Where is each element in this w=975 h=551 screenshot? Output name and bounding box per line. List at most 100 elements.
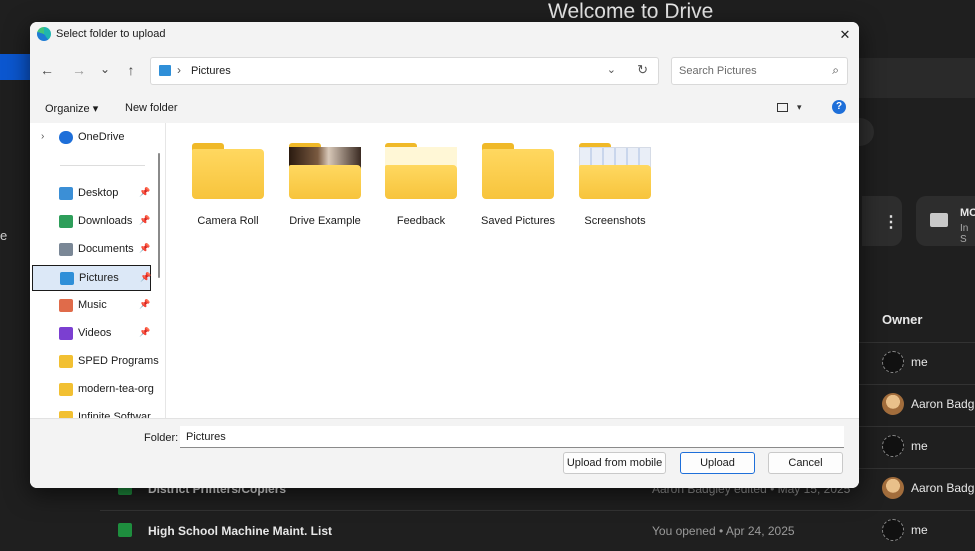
folder-item[interactable]: Saved Pictures bbox=[478, 141, 558, 229]
command-bar: Organize ▾ New folder ▾ ? bbox=[30, 94, 859, 122]
new-folder-button[interactable]: New folder bbox=[125, 102, 178, 114]
owner-column-header: Owner bbox=[882, 312, 923, 327]
sidebar-item-label: SPED Programs bbox=[78, 355, 159, 367]
breadcrumb-pictures[interactable]: Pictures bbox=[191, 65, 231, 77]
owner-name: me bbox=[911, 439, 928, 453]
sidebar-item-label: modern-tea-org bbox=[78, 383, 154, 395]
pictures-icon bbox=[60, 272, 74, 285]
folder-item[interactable]: Screenshots bbox=[575, 141, 655, 229]
view-icon[interactable] bbox=[777, 103, 788, 112]
videos-icon bbox=[59, 327, 73, 340]
folder-label: Camera Roll bbox=[197, 215, 259, 227]
sheets-icon bbox=[118, 523, 132, 537]
sidebar-item-label: Downloads bbox=[78, 215, 133, 227]
drive-edge-letter: e bbox=[0, 228, 8, 243]
close-icon: ✕ bbox=[839, 27, 851, 42]
forward-button[interactable]: → bbox=[70, 62, 88, 78]
up-button[interactable]: ↑ bbox=[122, 62, 140, 78]
edge-browser-icon bbox=[37, 27, 51, 41]
search-input[interactable]: Search Pictures ⌕ bbox=[671, 57, 848, 85]
pictures-icon bbox=[159, 65, 171, 76]
back-arrow-icon: ← bbox=[40, 62, 54, 78]
folder-item[interactable]: Camera Roll bbox=[188, 141, 268, 229]
folder-label: Saved Pictures bbox=[481, 215, 555, 227]
desktop-icon bbox=[59, 187, 73, 200]
dialog-titlebar: Select folder to upload ✕ bbox=[30, 22, 859, 48]
table-row[interactable]: High School Machine Maint. List You opene… bbox=[100, 510, 975, 551]
chevron-right-icon[interactable]: › bbox=[41, 131, 44, 142]
kebab-menu-icon[interactable]: ⋮ bbox=[883, 212, 899, 232]
owner-name: me bbox=[911, 523, 928, 537]
avatar bbox=[882, 519, 904, 541]
sidebar-item-pictures[interactable]: Pictures 📌 bbox=[32, 265, 151, 291]
sidebar-item-videos[interactable]: Videos 📌 bbox=[32, 321, 151, 347]
drive-card-subtitle: In S bbox=[960, 223, 969, 245]
sidebar-item-infinite-softwar[interactable]: Infinite Softwar bbox=[32, 405, 151, 418]
folder-icon bbox=[930, 213, 948, 227]
sped-programs-icon bbox=[59, 355, 73, 368]
forward-arrow-icon: → bbox=[72, 62, 86, 78]
drive-search-band[interactable] bbox=[858, 58, 975, 98]
recent-locations-button[interactable]: ⌄ bbox=[96, 62, 114, 76]
file-activity: You opened • Apr 24, 2025 bbox=[652, 524, 795, 538]
cancel-button[interactable]: Cancel bbox=[768, 452, 843, 474]
folder-icon-body bbox=[289, 165, 361, 199]
folder-label: Folder: bbox=[144, 432, 179, 444]
chevron-down-icon: ⌄ bbox=[99, 62, 111, 76]
sidebar-item-desktop[interactable]: Desktop 📌 bbox=[32, 181, 151, 207]
address-dropdown-icon[interactable]: ⌄ bbox=[607, 63, 616, 76]
breadcrumb-separator: › bbox=[177, 63, 181, 77]
close-button[interactable]: ✕ bbox=[831, 22, 859, 48]
owner-name: Aaron Badg bbox=[911, 481, 975, 495]
drive-page-title: Welcome to Drive bbox=[548, 0, 714, 23]
folder-content-area: Camera Roll Drive Example Feedback Saved Pi… bbox=[166, 123, 859, 418]
organize-button[interactable]: Organize ▾ bbox=[45, 102, 98, 115]
upload-from-mobile-button[interactable]: Upload from mobile bbox=[563, 452, 666, 474]
owner-name: me bbox=[911, 355, 928, 369]
search-placeholder: Search Pictures bbox=[679, 65, 757, 77]
search-icon[interactable]: ⌕ bbox=[832, 63, 839, 78]
file-name[interactable]: High School Machine Maint. List bbox=[148, 524, 332, 538]
sidebar-item-sped-programs[interactable]: SPED Programs bbox=[32, 349, 159, 375]
folder-name-input[interactable] bbox=[180, 426, 844, 448]
sidebar-item-onedrive[interactable]: › OneDrive bbox=[32, 125, 151, 151]
back-button[interactable]: ← bbox=[38, 62, 56, 78]
avatar bbox=[882, 477, 904, 499]
drive-card-title: MC bbox=[960, 207, 975, 219]
folder-label: Feedback bbox=[396, 215, 446, 227]
nav-scrollbar[interactable] bbox=[158, 153, 160, 278]
folder-item[interactable]: Drive Example bbox=[285, 141, 365, 229]
modern-tea-org-icon bbox=[59, 383, 73, 396]
sidebar-item-label: Documents bbox=[78, 243, 134, 255]
upload-button[interactable]: Upload bbox=[680, 452, 755, 474]
sidebar-item-downloads[interactable]: Downloads 📌 bbox=[32, 209, 151, 235]
sidebar-item-label: Pictures bbox=[79, 272, 119, 284]
avatar bbox=[882, 435, 904, 457]
downloads-icon bbox=[59, 215, 73, 228]
dialog-footer: Folder: Upload from mobile Upload Cancel bbox=[30, 418, 859, 488]
owner-name: Aaron Badg bbox=[911, 397, 975, 411]
folder-upload-dialog: Select folder to upload ✕ ← → ⌄ ↑ › Pict… bbox=[30, 22, 859, 488]
help-icon[interactable]: ? bbox=[832, 100, 846, 114]
avatar bbox=[882, 393, 904, 415]
sidebar-item-label: Infinite Softwar bbox=[78, 411, 151, 418]
view-dropdown-icon[interactable]: ▾ bbox=[797, 102, 802, 113]
nav-divider bbox=[60, 165, 145, 166]
sidebar-item-documents[interactable]: Documents 📌 bbox=[32, 237, 151, 263]
sidebar-item-modern-tea-org[interactable]: modern-tea-org bbox=[32, 377, 154, 403]
documents-icon bbox=[59, 243, 73, 256]
sidebar-item-label: Desktop bbox=[78, 187, 119, 199]
pin-icon: 📌 bbox=[139, 243, 151, 253]
folder-icon-body bbox=[385, 165, 457, 199]
infinite-softwar-icon bbox=[59, 411, 73, 418]
folder-label: Drive Example bbox=[289, 215, 361, 227]
address-bar[interactable]: › Pictures ⌄ ↻ bbox=[150, 57, 659, 85]
folder-item[interactable]: Feedback bbox=[381, 141, 461, 229]
pin-icon: 📌 bbox=[139, 215, 151, 225]
refresh-icon[interactable]: ↻ bbox=[637, 62, 648, 78]
navigation-bar: ← → ⌄ ↑ › Pictures ⌄ ↻ Search Pictures ⌕ bbox=[30, 53, 859, 89]
sidebar-item-music[interactable]: Music 📌 bbox=[32, 293, 151, 319]
drive-filter-pill[interactable] bbox=[858, 118, 874, 146]
pin-icon: 📌 bbox=[140, 272, 152, 282]
drive-sidebar-active-item[interactable] bbox=[0, 54, 30, 80]
